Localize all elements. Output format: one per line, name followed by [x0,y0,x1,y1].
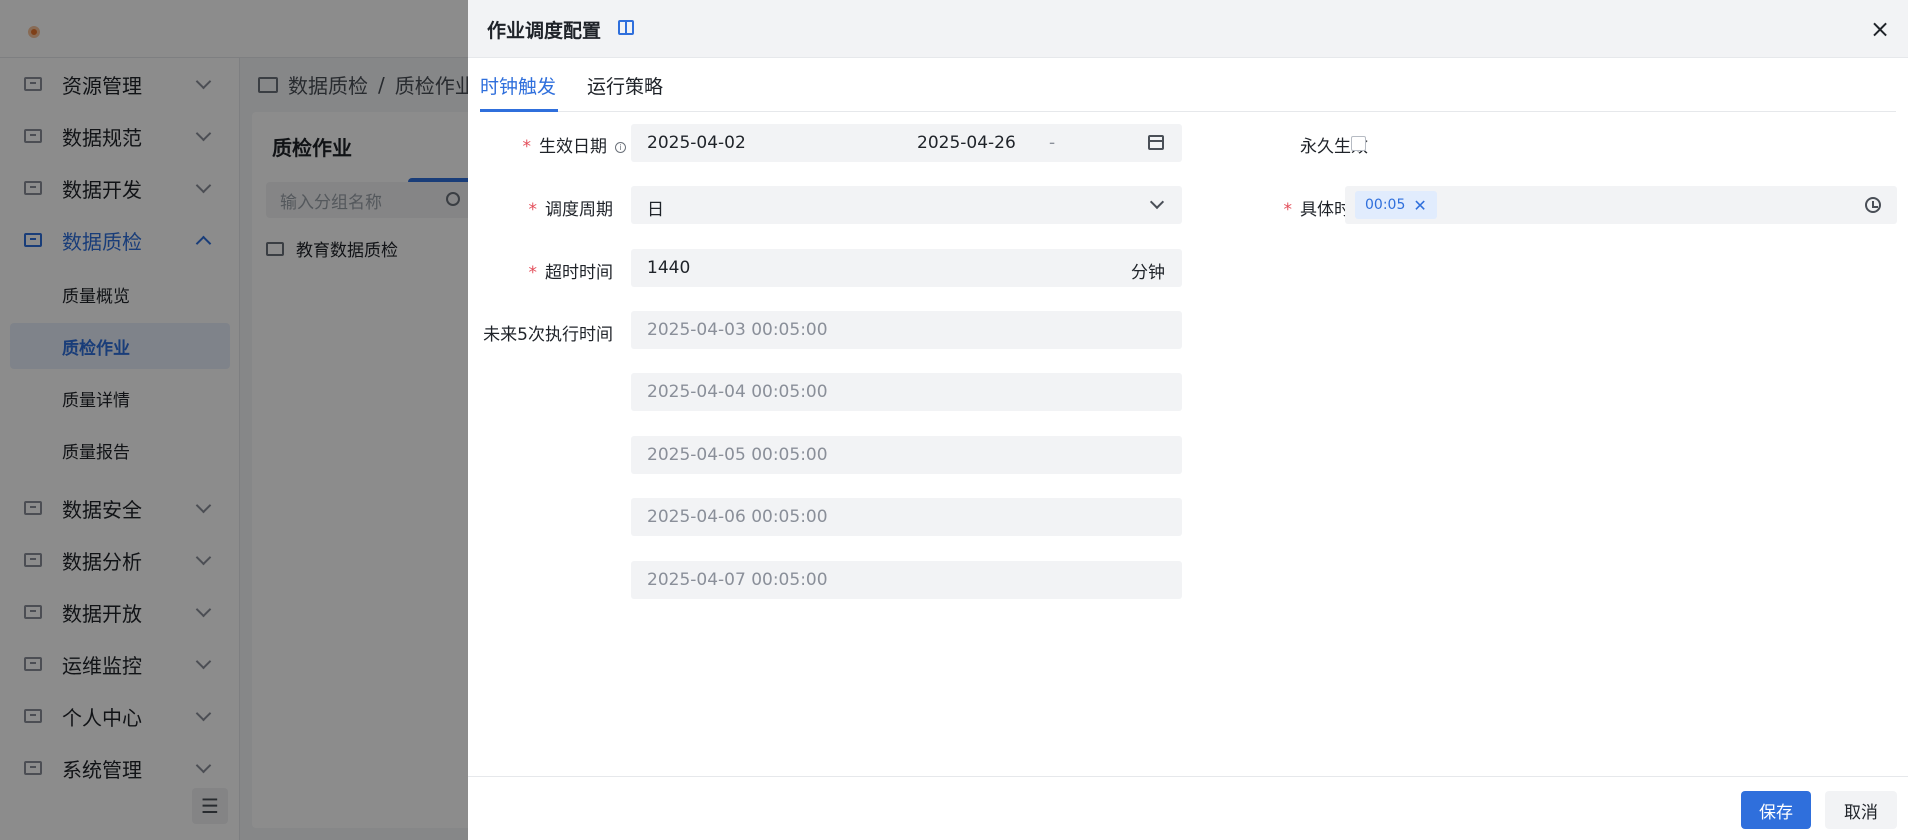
calendar-icon[interactable] [1148,135,1164,150]
cycle-label-text: 调度周期 [545,200,613,220]
drawer-header: 作业调度配置 × [468,0,1908,58]
next-run-item: 2025-04-07 00:05:00 [631,561,1182,599]
next-run-item: 2025-04-05 00:05:00 [631,436,1182,474]
required-mark: * [528,263,538,283]
tab-run-strategy[interactable]: 运行策略 [587,72,663,112]
tab-active-indicator [480,109,558,112]
forever-label: 永久生效 [1300,137,1368,157]
time-tag: 00:05 ✕ [1355,191,1437,219]
timeout-input[interactable]: 1440 分钟 [631,249,1182,287]
tabs: 时钟触发 运行策略 [480,72,1896,112]
date-range-separator: - [1049,133,1056,153]
date-range-picker[interactable]: 2025-04-02 - 2025-04-26 [631,124,1182,162]
schedule-config-drawer: 作业调度配置 × 时钟触发 运行策略 * 生效日期 i 2025-04-02 - 2… [468,0,1908,840]
remove-tag-icon[interactable]: ✕ [1413,196,1426,215]
required-mark: * [522,137,532,157]
effective-date-label: * 生效日期 i [468,132,626,157]
forever-checkbox[interactable] [1351,136,1366,151]
time-tag-label: 00:05 [1365,197,1406,213]
book-icon[interactable] [618,20,634,35]
effective-date-label-text: 生效日期 [539,137,607,157]
next-run-item: 2025-04-06 00:05:00 [631,498,1182,536]
end-date[interactable]: 2025-04-26 [917,133,1016,153]
next-runs-label: 未来5次执行时间 [483,325,613,345]
next-run-time: 2025-04-07 00:05:00 [647,570,828,590]
drawer-footer: 保存 取消 [468,776,1908,840]
time-picker[interactable]: 00:05 ✕ [1345,186,1897,224]
timeout-label: * 超时时间 [468,258,614,283]
info-icon[interactable]: i [615,141,626,153]
cycle-select[interactable]: 日 [631,186,1182,224]
start-date[interactable]: 2025-04-02 [647,133,746,153]
next-run-time: 2025-04-05 00:05:00 [647,445,828,465]
close-icon[interactable]: × [1868,17,1892,41]
next-run-time: 2025-04-04 00:05:00 [647,382,828,402]
timeout-unit: 分钟 [1131,263,1165,283]
timeout-value[interactable]: 1440 [647,258,690,278]
timeout-label-text: 超时时间 [545,263,613,283]
next-run-item: 2025-04-04 00:05:00 [631,373,1182,411]
required-mark: * [1283,200,1293,220]
chevron-down-icon[interactable] [1149,194,1165,210]
tab-clock-trigger[interactable]: 时钟触发 [480,72,556,112]
next-run-time: 2025-04-06 00:05:00 [647,507,828,527]
save-button[interactable]: 保存 [1741,791,1811,829]
cycle-value: 日 [647,200,664,220]
cycle-label: * 调度周期 [468,195,614,220]
clock-icon[interactable] [1865,197,1881,213]
next-run-item: 2025-04-03 00:05:00 [631,311,1182,349]
cancel-button[interactable]: 取消 [1825,791,1897,829]
drawer-title: 作业调度配置 [487,20,602,42]
required-mark: * [528,200,538,220]
next-run-time: 2025-04-03 00:05:00 [647,320,828,340]
